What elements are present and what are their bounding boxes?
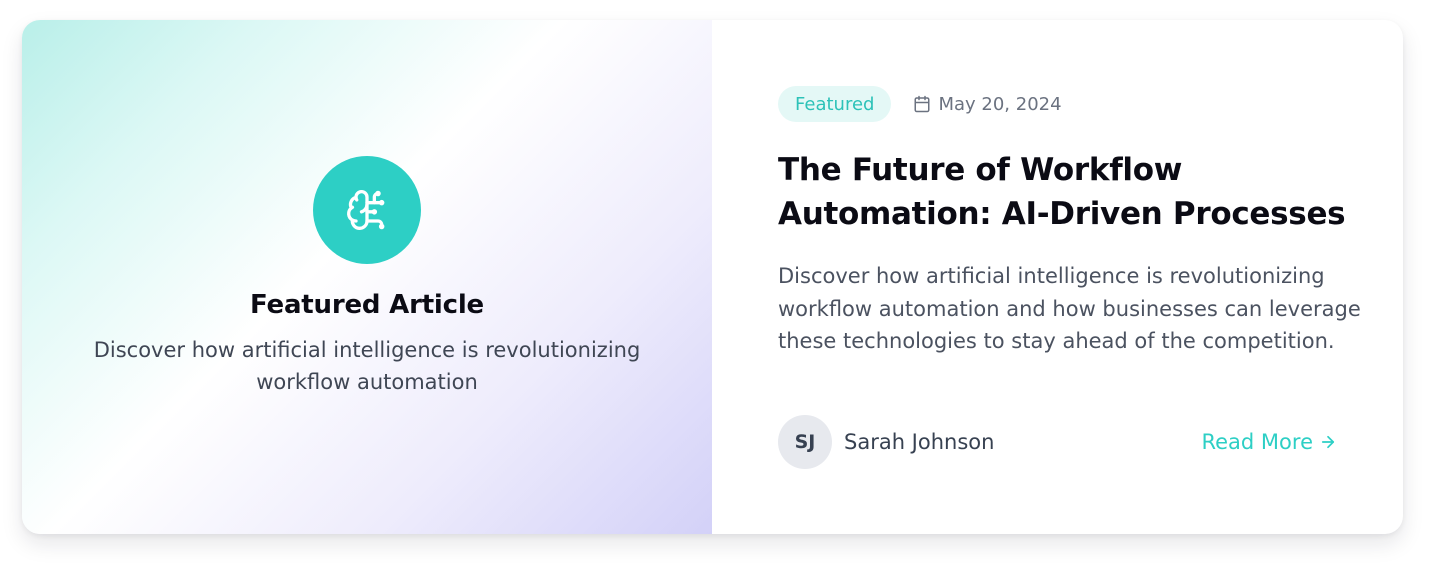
avatar: SJ (778, 415, 832, 469)
calendar-icon (914, 95, 930, 113)
hero-title: Featured Article (250, 290, 484, 320)
featured-badge: Featured (778, 86, 892, 122)
article-title[interactable]: The Future of Workflow Automation: AI-Dr… (778, 148, 1358, 236)
arrow-right-icon (1321, 435, 1335, 449)
article-date: May 20, 2024 (913, 93, 1062, 115)
hero-description: Discover how artificial intelligence is … (93, 338, 641, 394)
date-text: May 20, 2024 (938, 93, 1062, 115)
read-more-label: Read More (1201, 430, 1313, 454)
featured-article-card: Featured Article Discover how artificial… (22, 20, 1403, 534)
read-more-link[interactable]: Read More (1201, 430, 1337, 454)
article-content: Featured May 20, 2024 The Future of Work… (712, 20, 1403, 534)
author-info: SJ Sarah Johnson (778, 415, 994, 469)
brain-circuit-icon (347, 190, 385, 230)
hero-icon-badge (313, 156, 421, 264)
article-description: Discover how artificial intelligence is … (778, 264, 1361, 353)
article-meta: Featured May 20, 2024 (778, 86, 1403, 122)
author-name: Sarah Johnson (844, 430, 995, 454)
hero-panel: Featured Article Discover how artificial… (22, 20, 712, 534)
article-footer: SJ Sarah Johnson Read More (778, 414, 1337, 470)
